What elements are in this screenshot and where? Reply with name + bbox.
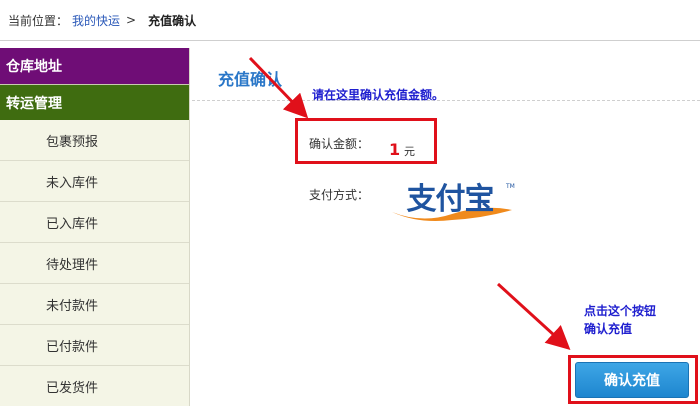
sidebar-item-paid[interactable]: 已付款件 [0,325,189,366]
breadcrumb-link-my-express[interactable]: 我的快运 [72,12,120,29]
sidebar: 仓库地址 转运管理 包裹预报 未入库件 已入库件 待处理件 未付款件 已付款件 … [0,48,190,406]
button-hint-annotation-line2: 确认充值 [584,322,633,336]
arrow-to-confirm-button [496,282,571,351]
breadcrumb-separator: > [126,13,137,27]
button-hint-annotation-line1: 点击这个按钮 [584,304,657,318]
title-divider [192,100,700,101]
sidebar-item-not-in-warehouse[interactable]: 未入库件 [0,161,189,202]
payment-method-label: 支付方式： [309,188,370,202]
sidebar-item-in-warehouse[interactable]: 已入库件 [0,202,189,243]
breadcrumb-current: 充值确认 [148,13,197,28]
breadcrumb: 当前位置： 我的快运 > 充值确认 [0,0,700,40]
amount-label: 确认金额： [309,137,370,151]
confirm-recharge-button[interactable]: 确认充值 [575,362,689,398]
sidebar-item-pending[interactable]: 待处理件 [0,243,189,284]
sidebar-item-package-forecast[interactable]: 包裹预报 [0,120,189,161]
alipay-logo[interactable]: 支付宝 TM [388,178,516,224]
sidebar-item-unpaid[interactable]: 未付款件 [0,284,189,325]
amount-hint-annotation: 请在这里确认充值金额。 [312,88,445,102]
page-title: 充值确认 [218,70,283,89]
sidebar-item-shipped[interactable]: 已发货件 [0,366,189,406]
breadcrumb-label: 当前位置： [8,13,69,28]
alipay-logo-text: 支付宝 [407,182,494,217]
top-divider [0,40,700,41]
amount-value: 1 [389,140,401,159]
sidebar-section-warehouse-address[interactable]: 仓库地址 [0,48,189,84]
sidebar-section-forwarding[interactable]: 转运管理 [0,84,189,120]
alipay-trademark: TM [505,183,515,190]
amount-unit: 元 [404,145,415,158]
